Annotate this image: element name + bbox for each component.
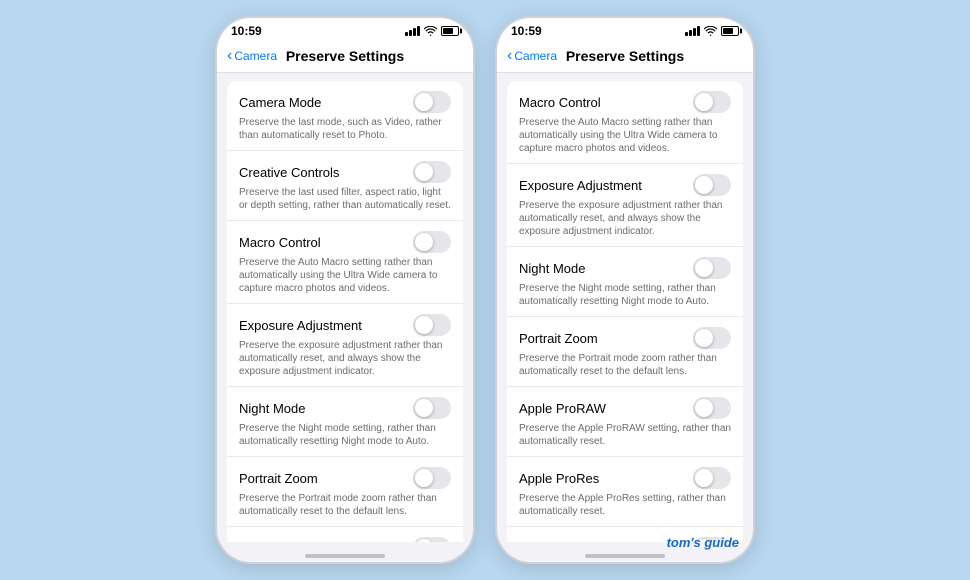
settings-item: Camera Mode Preserve the last mode, such … bbox=[227, 81, 463, 151]
time-1: 10:59 bbox=[231, 24, 262, 38]
item-title: Exposure Adjustment bbox=[519, 178, 642, 193]
item-title: Camera Mode bbox=[239, 95, 321, 110]
item-desc: Preserve the Auto Macro setting rather t… bbox=[239, 256, 451, 295]
phones-wrapper: 10:59 ‹ Camera Pres bbox=[215, 16, 755, 564]
wifi-icon-1 bbox=[424, 26, 437, 36]
settings-item: Portrait Zoom Preserve the Portrait mode … bbox=[227, 457, 463, 527]
item-header: Camera Mode bbox=[239, 91, 451, 113]
item-desc: Preserve the exposure adjustment rather … bbox=[519, 199, 731, 238]
item-header: Night Mode bbox=[519, 257, 731, 279]
item-desc: Preserve the Portrait mode zoom rather t… bbox=[239, 492, 451, 518]
scroll-content-1[interactable]: Camera Mode Preserve the last mode, such … bbox=[217, 73, 473, 542]
settings-item: Macro Control Preserve the Auto Macro set… bbox=[507, 81, 743, 164]
nav-back-2[interactable]: ‹ Camera bbox=[507, 48, 557, 65]
item-header: Portrait Zoom bbox=[239, 467, 451, 489]
nav-bar-1: ‹ Camera Preserve Settings bbox=[217, 42, 473, 73]
item-desc: Preserve the Portrait mode zoom rather t… bbox=[519, 352, 731, 378]
settings-item: Apple ProRAW Preserve the Apple ProRAW se… bbox=[507, 387, 743, 457]
toggle-switch[interactable] bbox=[693, 397, 731, 419]
item-title: Macro Control bbox=[239, 235, 321, 250]
settings-item: Creative Controls Preserve the last used … bbox=[227, 151, 463, 221]
settings-item: Apple ProRes Preserve the Apple ProRes se… bbox=[507, 457, 743, 527]
battery-icon-1 bbox=[441, 26, 459, 36]
item-desc: Preserve the Apple ProRAW setting, rathe… bbox=[519, 422, 731, 448]
back-chevron-1: ‹ bbox=[227, 47, 232, 65]
toggle-switch[interactable] bbox=[413, 91, 451, 113]
toggle-switch[interactable] bbox=[693, 174, 731, 196]
item-title: Macro Control bbox=[519, 95, 601, 110]
toggle-switch[interactable] bbox=[413, 231, 451, 253]
item-title: Portrait Zoom bbox=[519, 331, 598, 346]
settings-item: Exposure Adjustment Preserve the exposure… bbox=[507, 164, 743, 247]
toggle-switch[interactable] bbox=[693, 257, 731, 279]
phone-1: 10:59 ‹ Camera Pres bbox=[215, 16, 475, 564]
toggle-switch[interactable] bbox=[413, 467, 451, 489]
signal-icon-2 bbox=[685, 26, 700, 36]
status-bar-2: 10:59 bbox=[497, 18, 753, 42]
back-label-2[interactable]: Camera bbox=[514, 49, 557, 63]
toggle-switch[interactable] bbox=[693, 91, 731, 113]
phone-2: 10:59 ‹ Camera Pres bbox=[495, 16, 755, 564]
nav-back-1[interactable]: ‹ Camera bbox=[227, 48, 277, 65]
settings-item: Portrait Zoom Preserve the Portrait mode … bbox=[507, 317, 743, 387]
back-chevron-2: ‹ bbox=[507, 47, 512, 65]
item-title: Night Mode bbox=[239, 401, 305, 416]
settings-item: Apple ProRAWPreserve the Apple ProRAW se… bbox=[227, 527, 463, 542]
toggle-switch[interactable] bbox=[693, 467, 731, 489]
brand-logo: tom's guide bbox=[667, 535, 739, 550]
home-indicator-1 bbox=[217, 542, 473, 562]
item-desc: Preserve the Apple ProRes setting, rathe… bbox=[519, 492, 731, 518]
nav-title-1: Preserve Settings bbox=[286, 48, 404, 64]
signal-icon-1 bbox=[405, 26, 420, 36]
item-header: Creative Controls bbox=[239, 161, 451, 183]
item-header: Exposure Adjustment bbox=[239, 314, 451, 336]
settings-item: Night Mode Preserve the Night mode settin… bbox=[227, 387, 463, 457]
item-title: Night Mode bbox=[519, 261, 585, 276]
item-desc: Preserve the Night mode setting, rather … bbox=[519, 282, 731, 308]
item-title: Exposure Adjustment bbox=[239, 318, 362, 333]
item-header: Macro Control bbox=[239, 231, 451, 253]
wifi-icon-2 bbox=[704, 26, 717, 36]
toggle-switch[interactable] bbox=[693, 327, 731, 349]
toggle-switch[interactable] bbox=[413, 161, 451, 183]
item-desc: Preserve the Night mode setting, rather … bbox=[239, 422, 451, 448]
nav-bar-2: ‹ Camera Preserve Settings bbox=[497, 42, 753, 73]
toggle-switch[interactable] bbox=[413, 397, 451, 419]
time-2: 10:59 bbox=[511, 24, 542, 38]
settings-item: Exposure Adjustment Preserve the exposure… bbox=[227, 304, 463, 387]
item-title: Portrait Zoom bbox=[239, 471, 318, 486]
scroll-content-2[interactable]: Macro Control Preserve the Auto Macro set… bbox=[497, 73, 753, 542]
item-header: Macro Control bbox=[519, 91, 731, 113]
status-icons-1 bbox=[405, 26, 459, 36]
settings-item: Night Mode Preserve the Night mode settin… bbox=[507, 247, 743, 317]
item-header: Apple ProRes bbox=[519, 467, 731, 489]
settings-group-2: Macro Control Preserve the Auto Macro set… bbox=[507, 81, 743, 542]
settings-group-1: Camera Mode Preserve the last mode, such … bbox=[227, 81, 463, 542]
item-header: Night Mode bbox=[239, 397, 451, 419]
nav-title-2: Preserve Settings bbox=[566, 48, 684, 64]
item-desc: Preserve the Auto Macro setting rather t… bbox=[519, 116, 731, 155]
item-title: Apple ProRAW bbox=[519, 401, 606, 416]
item-desc: Preserve the last mode, such as Video, r… bbox=[239, 116, 451, 142]
battery-icon-2 bbox=[721, 26, 739, 36]
item-header: Exposure Adjustment bbox=[519, 174, 731, 196]
item-header: Apple ProRAW bbox=[519, 397, 731, 419]
toggle-switch[interactable] bbox=[413, 314, 451, 336]
item-desc: Preserve the last used filter, aspect ra… bbox=[239, 186, 451, 212]
item-desc: Preserve the exposure adjustment rather … bbox=[239, 339, 451, 378]
home-bar-1 bbox=[305, 554, 385, 558]
item-title: Creative Controls bbox=[239, 165, 339, 180]
status-icons-2 bbox=[685, 26, 739, 36]
back-label-1[interactable]: Camera bbox=[234, 49, 277, 63]
status-bar-1: 10:59 bbox=[217, 18, 473, 42]
item-title: Apple ProRes bbox=[519, 471, 599, 486]
toggle-switch[interactable] bbox=[413, 537, 451, 542]
home-bar-2 bbox=[585, 554, 665, 558]
settings-item: Macro Control Preserve the Auto Macro set… bbox=[227, 221, 463, 304]
item-header: Portrait Zoom bbox=[519, 327, 731, 349]
